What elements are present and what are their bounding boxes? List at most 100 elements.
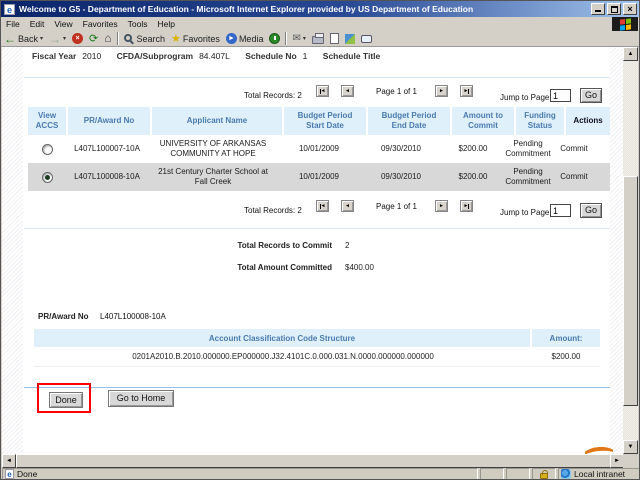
commit-action[interactable]: Commit bbox=[552, 135, 596, 163]
media-icon: ► bbox=[226, 33, 237, 44]
accs-header-row: Account Classification Code Structure Am… bbox=[34, 329, 600, 347]
col-actions: Actions bbox=[566, 107, 610, 135]
col-view-accs: View ACCS bbox=[28, 107, 66, 135]
toolbar-separator bbox=[117, 32, 119, 45]
history-button[interactable] bbox=[266, 31, 283, 46]
commit-action[interactable]: Commit bbox=[552, 163, 596, 191]
first-page-button-bottom[interactable]: ◄ bbox=[316, 200, 329, 212]
favorites-button[interactable]: ★Favorites bbox=[168, 31, 223, 46]
schedule-title-label: Schedule Title bbox=[323, 51, 380, 61]
scroll-right-button[interactable]: ► bbox=[610, 454, 624, 468]
end-date-cell: 09/30/2010 bbox=[360, 163, 442, 191]
mail-button[interactable]: ✉▾ bbox=[289, 31, 308, 46]
go-button-bottom[interactable]: Go bbox=[580, 203, 602, 218]
back-button[interactable]: ←Back▾ bbox=[1, 31, 46, 46]
first-page-button[interactable]: ◄ bbox=[316, 85, 329, 97]
last-page-button[interactable]: ► bbox=[460, 85, 473, 97]
schedule-no-label: Schedule No bbox=[245, 51, 296, 61]
divider bbox=[24, 228, 610, 229]
table-header-row: View ACCS PR/Award No Applicant Name Bud… bbox=[28, 107, 610, 135]
next-page-button-bottom[interactable]: ► bbox=[435, 200, 448, 212]
scroll-up-button[interactable]: ▲ bbox=[623, 47, 638, 61]
status-text: Done bbox=[17, 469, 37, 479]
go-to-home-button[interactable]: Go to Home bbox=[108, 390, 174, 407]
commitments-table: View ACCS PR/Award No Applicant Name Bud… bbox=[28, 107, 610, 191]
amount-cell: $200.00 bbox=[442, 163, 504, 191]
logo-swoosh bbox=[585, 444, 613, 454]
restore-button[interactable] bbox=[607, 3, 621, 15]
scroll-down-button[interactable]: ▼ bbox=[623, 440, 638, 454]
discuss-button[interactable] bbox=[358, 31, 375, 46]
vertical-scroll-thumb[interactable] bbox=[623, 176, 638, 406]
forward-icon: → bbox=[49, 33, 61, 45]
total-records-top: Total Records: 2 bbox=[244, 91, 302, 100]
col-start-date: Budget Period Start Date bbox=[284, 107, 366, 135]
refresh-icon: ⟳ bbox=[89, 33, 98, 45]
page-indicator-top: Page 1 of 1 bbox=[376, 87, 417, 96]
home-icon: ⌂ bbox=[104, 32, 111, 45]
edit-button[interactable] bbox=[327, 31, 342, 46]
scrollbar-corner bbox=[623, 454, 638, 468]
menu-favorites[interactable]: Favorites bbox=[78, 19, 123, 29]
refresh-button[interactable]: ⟳ bbox=[86, 31, 101, 46]
table-row-selected: L407L100008-10A 21st Century Charter Sch… bbox=[28, 163, 610, 191]
funding-status-cell: Pending Commitment bbox=[504, 163, 552, 191]
media-button[interactable]: ►Media bbox=[223, 31, 267, 46]
vertical-scrollbar[interactable]: ▲ ▼ bbox=[623, 47, 638, 454]
start-date-cell: 10/01/2009 bbox=[278, 163, 360, 191]
jump-to-page-input-bottom[interactable] bbox=[550, 204, 571, 217]
minimize-button[interactable] bbox=[591, 3, 605, 15]
print-button[interactable] bbox=[309, 31, 327, 46]
next-page-button[interactable]: ► bbox=[435, 85, 448, 97]
view-accs-radio[interactable] bbox=[42, 144, 53, 155]
total-records-commit-value: 2 bbox=[345, 241, 349, 250]
status-pane-empty bbox=[506, 468, 530, 480]
view-accs-radio-selected[interactable] bbox=[42, 172, 53, 183]
total-amount-committed-label: Total Amount Committed bbox=[28, 263, 332, 272]
forward-button[interactable]: →▾ bbox=[46, 31, 69, 46]
browser-window: e Welcome to G5 - Department of Educatio… bbox=[0, 0, 640, 480]
total-records-bottom: Total Records: 2 bbox=[244, 206, 302, 215]
stop-icon: × bbox=[72, 33, 83, 44]
pr-award-value: L407L100008-10A bbox=[100, 312, 166, 321]
accs-table: Account Classification Code Structure Am… bbox=[34, 329, 600, 367]
menu-edit[interactable]: Edit bbox=[25, 19, 50, 29]
back-icon: ← bbox=[4, 33, 16, 45]
stop-button[interactable]: × bbox=[69, 31, 86, 46]
close-button[interactable]: × bbox=[623, 3, 637, 15]
horizontal-scrollbar[interactable]: ◄ ► bbox=[2, 454, 624, 468]
last-page-button-bottom[interactable]: ► bbox=[460, 200, 473, 212]
page-content: Fiscal Year2010 CFDA/Subprogram84.407L S… bbox=[2, 47, 624, 454]
schedule-no-value: 1 bbox=[303, 51, 308, 61]
messenger-icon bbox=[345, 34, 355, 44]
cfda-label: CFDA/Subprogram bbox=[117, 51, 194, 61]
col-funding-status: Funding Status bbox=[516, 107, 564, 135]
search-icon bbox=[124, 34, 132, 42]
menu-view[interactable]: View bbox=[49, 19, 77, 29]
start-date-cell: 10/01/2009 bbox=[278, 135, 360, 163]
go-button-top[interactable]: Go bbox=[580, 88, 602, 103]
horizontal-scroll-thumb[interactable] bbox=[16, 454, 612, 468]
mail-icon: ✉ bbox=[292, 33, 300, 45]
lock-icon bbox=[540, 473, 548, 479]
jump-to-page-input-top[interactable] bbox=[550, 89, 571, 102]
messenger-button[interactable] bbox=[342, 31, 358, 46]
accs-code: 0201A2010.B.2010.000000.EP000000.J32.410… bbox=[34, 347, 532, 366]
accs-amount-header: Amount: bbox=[532, 329, 600, 347]
divider bbox=[24, 387, 610, 388]
search-button[interactable]: Search bbox=[121, 31, 169, 46]
done-button[interactable]: Done bbox=[49, 392, 83, 408]
menu-file[interactable]: File bbox=[1, 19, 25, 29]
intranet-zone-icon bbox=[561, 469, 571, 479]
col-end-date: Budget Period End Date bbox=[368, 107, 450, 135]
funding-status-cell: Pending Commitment bbox=[504, 135, 552, 163]
menu-help[interactable]: Help bbox=[152, 19, 179, 29]
scroll-left-button[interactable]: ◄ bbox=[2, 454, 16, 468]
prev-page-button[interactable]: ◄ bbox=[341, 85, 354, 97]
menu-tools[interactable]: Tools bbox=[123, 19, 153, 29]
col-amount: Amount to Commit bbox=[452, 107, 514, 135]
menu-bar: File Edit View Favorites Tools Help bbox=[1, 17, 639, 31]
discuss-icon bbox=[361, 35, 372, 43]
home-button[interactable]: ⌂ bbox=[101, 31, 114, 46]
prev-page-button-bottom[interactable]: ◄ bbox=[341, 200, 354, 212]
